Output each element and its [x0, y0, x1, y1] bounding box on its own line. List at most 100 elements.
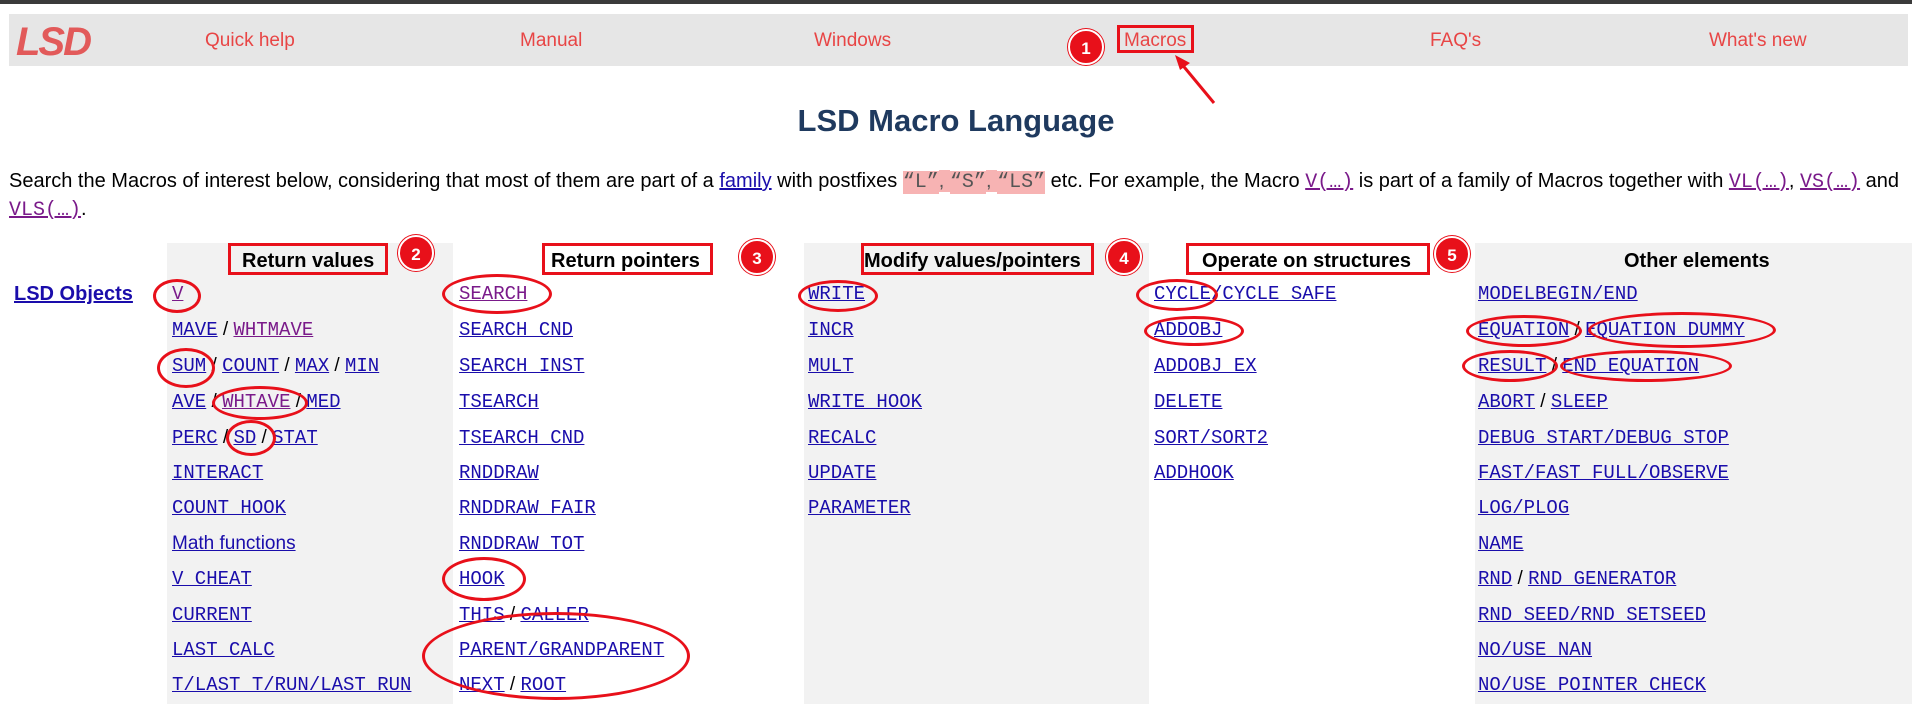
macro-link-v-cheat[interactable]: V_CHEAT: [172, 568, 252, 590]
macro-link-interact[interactable]: INTERACT: [172, 462, 263, 484]
macro-link-time-run[interactable]: T/LAST_T/RUN/LAST_RUN: [172, 674, 411, 696]
macro-vs-link[interactable]: VS(…): [1800, 171, 1860, 194]
math-functions-link[interactable]: Math functions: [172, 533, 296, 554]
macro-link-rnd-seed[interactable]: RND_SEED/RND_SETSEED: [1478, 604, 1706, 626]
list-item: RND_SEED/RND_SETSEED: [1478, 604, 1706, 626]
list-item: PARAMETER: [808, 497, 911, 519]
annotation-ellipse: [157, 348, 215, 388]
list-item: TSEARCH_CND: [459, 427, 584, 449]
annotation-ellipse: [1136, 279, 1218, 311]
nav-whats-new[interactable]: What's new: [1709, 30, 1807, 52]
macro-link-max[interactable]: MAX: [295, 355, 329, 377]
macro-link-rnddraw-tot[interactable]: RNDDRAW_TOT: [459, 533, 584, 555]
list-item: INCR: [808, 319, 854, 341]
list-item: SORT/SORT2: [1154, 427, 1268, 449]
macro-link-debug[interactable]: DEBUG_START/DEBUG_STOP: [1478, 427, 1729, 449]
macro-link-tsearch[interactable]: TSEARCH: [459, 391, 539, 413]
list-item: CURRENT: [172, 604, 252, 626]
list-item: NO/USE_NAN: [1478, 639, 1592, 661]
macro-link-rnddraw[interactable]: RNDDRAW: [459, 462, 539, 484]
macro-vl-link[interactable]: VL(…): [1729, 171, 1789, 194]
macro-link-log[interactable]: LOG/PLOG: [1478, 497, 1569, 519]
list-item: ADDOBJ_EX: [1154, 355, 1257, 377]
list-item: ADDHOOK: [1154, 462, 1234, 484]
macro-v-link[interactable]: V(…): [1305, 171, 1353, 194]
annotation-arrow-icon: [1175, 55, 1216, 104]
list-item: SEARCH_INST: [459, 355, 584, 377]
macro-link-rnd[interactable]: RND: [1478, 568, 1512, 590]
annotation-ellipse: [422, 612, 690, 700]
list-item: Math functions: [172, 533, 296, 555]
macro-link-count[interactable]: COUNT: [222, 355, 279, 377]
macro-link-delete[interactable]: DELETE: [1154, 391, 1222, 413]
list-item: UPDATE: [808, 462, 876, 484]
macro-link-whtmave[interactable]: WHTMAVE: [233, 319, 313, 341]
macro-link-incr[interactable]: INCR: [808, 319, 854, 341]
list-item: DELETE: [1154, 391, 1222, 413]
macro-link-parameter[interactable]: PARAMETER: [808, 497, 911, 519]
macro-link-rnddraw-fair[interactable]: RNDDRAW_FAIR: [459, 497, 596, 519]
macro-link-addobj-ex[interactable]: ADDOBJ_EX: [1154, 355, 1257, 377]
list-item: MAVE / WHTMAVE: [172, 319, 314, 341]
macro-link-recalc[interactable]: RECALC: [808, 427, 876, 449]
macro-link-mult[interactable]: MULT: [808, 355, 854, 377]
annotation-number-5: 5: [1434, 236, 1470, 272]
macro-link-write-hook[interactable]: WRITE_HOOK: [808, 391, 922, 413]
family-link[interactable]: family: [719, 170, 771, 192]
window-top-border: [0, 0, 1912, 4]
list-item: DEBUG_START/DEBUG_STOP: [1478, 427, 1729, 449]
list-item: RNDDRAW: [459, 462, 539, 484]
macro-link-addhook[interactable]: ADDHOOK: [1154, 462, 1234, 484]
nav-windows[interactable]: Windows: [814, 30, 891, 52]
macro-link-search-cnd[interactable]: SEARCH_CND: [459, 319, 573, 341]
macro-vls-link[interactable]: VLS(…): [9, 199, 81, 222]
macro-link-search-inst[interactable]: SEARCH_INST: [459, 355, 584, 377]
macro-link-stat[interactable]: STAT: [272, 427, 318, 449]
annotation-ellipse: [1462, 350, 1558, 382]
list-item: RECALC: [808, 427, 876, 449]
macro-link-abort[interactable]: ABORT: [1478, 391, 1535, 413]
macro-link-use-nan[interactable]: NO/USE_NAN: [1478, 639, 1592, 661]
column-header-other-elements: Other elements: [1624, 250, 1770, 272]
list-item: NAME: [1478, 533, 1524, 555]
list-item: RND / RND_GENERATOR: [1478, 568, 1677, 590]
macro-link-modelbegin[interactable]: MODELBEGIN/END: [1478, 283, 1638, 305]
list-item: RNDDRAW_FAIR: [459, 497, 596, 519]
macro-link-med[interactable]: MED: [306, 391, 340, 413]
macro-link-use-pointer-check[interactable]: NO/USE_POINTER_CHECK: [1478, 674, 1706, 696]
macro-link-fast[interactable]: FAST/FAST_FULL/OBSERVE: [1478, 462, 1729, 484]
macro-link-ave[interactable]: AVE: [172, 391, 206, 413]
list-item: TSEARCH: [459, 391, 539, 413]
annotation-ellipse: [1466, 315, 1582, 347]
lsd-logo[interactable]: LSD: [16, 20, 92, 65]
macro-link-count-hook[interactable]: COUNT_HOOK: [172, 497, 286, 519]
annotation-ellipse: [798, 280, 878, 312]
macro-link-mave[interactable]: MAVE: [172, 319, 218, 341]
annotation-box-operate-structures: [1186, 243, 1430, 275]
annotation-box-return-pointers: [542, 243, 713, 275]
macro-link-rnd-generator[interactable]: RND_GENERATOR: [1528, 568, 1676, 590]
macro-link-name[interactable]: NAME: [1478, 533, 1524, 555]
annotation-ellipse: [442, 557, 526, 601]
list-item: V_CHEAT: [172, 568, 252, 590]
macro-link-current[interactable]: CURRENT: [172, 604, 252, 626]
macro-link-perc[interactable]: PERC: [172, 427, 218, 449]
macro-link-sort[interactable]: SORT/SORT2: [1154, 427, 1268, 449]
nav-manual[interactable]: Manual: [520, 30, 582, 52]
lsd-objects-link[interactable]: LSD Objects: [14, 283, 133, 306]
list-item: RNDDRAW_TOT: [459, 533, 584, 555]
annotation-ellipse: [212, 386, 308, 420]
macro-link-last-calc[interactable]: LAST_CALC: [172, 639, 275, 661]
list-item: ABORT / SLEEP: [1478, 391, 1608, 413]
annotation-ellipse: [1144, 316, 1244, 346]
macro-link-tsearch-cnd[interactable]: TSEARCH_CND: [459, 427, 584, 449]
annotation-ellipse: [442, 274, 552, 314]
annotation-ellipse: [1588, 312, 1776, 348]
macro-link-sleep[interactable]: SLEEP: [1551, 391, 1608, 413]
list-item: INTERACT: [172, 462, 263, 484]
macro-link-min[interactable]: MIN: [345, 355, 379, 377]
macro-link-update[interactable]: UPDATE: [808, 462, 876, 484]
nav-faqs[interactable]: FAQ's: [1430, 30, 1481, 52]
annotation-number-2: 2: [398, 235, 434, 271]
nav-quick-help[interactable]: Quick help: [205, 30, 295, 52]
